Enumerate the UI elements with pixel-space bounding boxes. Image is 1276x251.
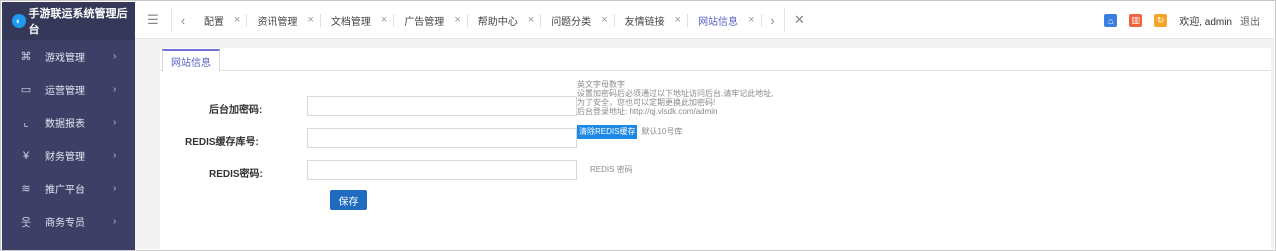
sidebar-item-business[interactable]: 웃 商务专员 ›: [2, 205, 135, 238]
home-icon[interactable]: ⌂: [1104, 14, 1118, 27]
tab-news[interactable]: 资讯管理 ×: [247, 2, 321, 39]
top-bar: ☰ ‹ 配置 × 资讯管理 × 文档管理 × 广告管理 × 帮助中心 × 问题分…: [135, 2, 1274, 39]
divider: [760, 13, 762, 27]
close-icon[interactable]: ×: [454, 14, 460, 26]
chevron-right-icon: ›: [113, 183, 117, 194]
tab-label: 问题分类: [551, 16, 592, 28]
user-icon: 웃: [20, 216, 32, 229]
close-icon[interactable]: ×: [528, 14, 534, 26]
redis-password-input[interactable]: [307, 160, 577, 180]
note-line: 后台登录地址: http://qj.vlsdk.com/admin: [577, 107, 718, 116]
close-icon[interactable]: ×: [381, 14, 387, 26]
redis-db-note: 默认10号库: [641, 127, 683, 136]
content-area: 网站信息 后台加密码: 英文字母数字 设置加密码后必须通过以下地址访问后台,请牢…: [135, 39, 1274, 249]
layers-icon: ≋: [21, 183, 31, 195]
menu-toggle-icon[interactable]: ☰: [135, 12, 171, 28]
close-icon[interactable]: ×: [675, 14, 681, 26]
sidebar-item-label: 数据报表: [45, 119, 85, 130]
sidebar-item-reports[interactable]: ⌞ 数据报表 ›: [2, 106, 135, 139]
panel-tab-site-info[interactable]: 网站信息: [162, 49, 220, 72]
close-icon[interactable]: ×: [601, 14, 607, 26]
tab-help[interactable]: 帮助中心 ×: [468, 2, 542, 39]
tab-label: 网站信息: [698, 16, 739, 28]
brand[interactable]: ◐ 手游联运系统管理后台: [2, 2, 135, 40]
sidebar-item-promotion[interactable]: ≋ 推广平台 ›: [2, 172, 135, 205]
tab-documents[interactable]: 文档管理 ×: [321, 2, 395, 39]
note-line: 英文字母数字: [577, 80, 625, 89]
clear-redis-button[interactable]: 清除REDIS缓存: [577, 125, 638, 139]
admin-code-input[interactable]: [307, 96, 577, 116]
gamepad-icon: ⌘: [20, 51, 32, 63]
tab-label: 配置: [204, 16, 224, 28]
sidebar-item-label: 推广平台: [45, 185, 85, 196]
user-area: ⌂ ▥ ↻ 欢迎, admin 退出: [1104, 2, 1260, 39]
close-icon[interactable]: ×: [307, 14, 313, 26]
logout-link[interactable]: 退出: [1240, 13, 1260, 28]
site-info-panel: 网站信息 后台加密码: 英文字母数字 设置加密码后必须通过以下地址访问后台,请牢…: [160, 48, 1271, 249]
tab-label: 帮助中心: [477, 16, 518, 28]
save-button[interactable]: 保存: [330, 190, 367, 210]
close-icon[interactable]: ×: [748, 14, 754, 26]
app-title: 手游联运系统管理后台: [28, 8, 128, 36]
chevron-right-icon: ›: [113, 150, 117, 161]
tab-ads[interactable]: 广告管理 ×: [394, 2, 468, 39]
tab-label: 资讯管理: [257, 16, 298, 28]
tab-friend-links[interactable]: 友情链接 ×: [615, 2, 689, 39]
yuan-icon: ¥: [22, 149, 30, 162]
tab-label: 广告管理: [404, 16, 445, 28]
sidebar-item-finance[interactable]: ¥ 财务管理 ›: [2, 139, 135, 172]
sidebar-item-label: 运营管理: [45, 86, 85, 97]
refresh-icon[interactable]: ↻: [1154, 14, 1168, 27]
sidebar: ◐ 手游联运系统管理后台 ⌘ 游戏管理 › ▭ 运营管理 › ⌞ 数据报表 › …: [2, 2, 135, 250]
tab-faq-category[interactable]: 问题分类 ×: [541, 2, 615, 39]
close-all-tabs-icon[interactable]: ✕: [785, 12, 815, 28]
redis-password-label: REDIS密码:: [209, 169, 263, 180]
admin-code-note: 英文字母数字 设置加密码后必须通过以下地址访问后台,请牢记此地址, 为了安全，您…: [577, 80, 773, 116]
trash-icon[interactable]: ▥: [1129, 14, 1143, 27]
note-line: 设置加密码后必须通过以下地址访问后台,请牢记此地址,: [577, 89, 774, 98]
app-window: ◐ 手游联运系统管理后台 ⌘ 游戏管理 › ▭ 运营管理 › ⌞ 数据报表 › …: [0, 0, 1276, 251]
tab-config[interactable]: 配置 ×: [194, 2, 248, 39]
close-icon[interactable]: ×: [234, 14, 240, 26]
tab-site-info[interactable]: 网站信息 ×: [688, 2, 762, 39]
sidebar-item-label: 财务管理: [45, 152, 85, 163]
sidebar-item-game-management[interactable]: ⌘ 游戏管理 ›: [2, 40, 135, 73]
sidebar-item-operations[interactable]: ▭ 运营管理 ›: [2, 73, 135, 106]
admin-code-label: 后台加密码:: [209, 105, 263, 116]
logo-icon: ◐: [12, 14, 26, 28]
redis-db-label: REDIS缓存库号:: [185, 137, 259, 148]
redis-db-note-row: 清除REDIS缓存 默认10号库: [577, 125, 682, 139]
sidebar-item-label: 商务专员: [45, 218, 85, 229]
tab-label: 友情链接: [624, 16, 665, 28]
welcome-text: 欢迎, admin: [1179, 17, 1232, 28]
note-line: 为了安全，您也可以定期更换此加密码!: [577, 98, 716, 107]
chevron-right-icon: ›: [113, 51, 117, 62]
chevron-right-icon: ›: [113, 216, 117, 227]
redis-password-note: REDIS 密码: [590, 165, 633, 174]
line-chart-icon: ⌞: [23, 117, 29, 129]
redis-db-input[interactable]: [307, 128, 577, 148]
chevron-right-icon: ›: [113, 84, 117, 95]
chevron-right-icon: ›: [113, 117, 117, 128]
tab-label: 文档管理: [330, 16, 371, 28]
tabs-prev-icon[interactable]: ‹: [172, 13, 194, 28]
tabs-next-icon[interactable]: ›: [762, 13, 784, 28]
panel-tab-strip: 网站信息: [160, 48, 1271, 72]
monitor-icon: ▭: [20, 84, 32, 96]
sidebar-item-label: 游戏管理: [45, 53, 85, 64]
